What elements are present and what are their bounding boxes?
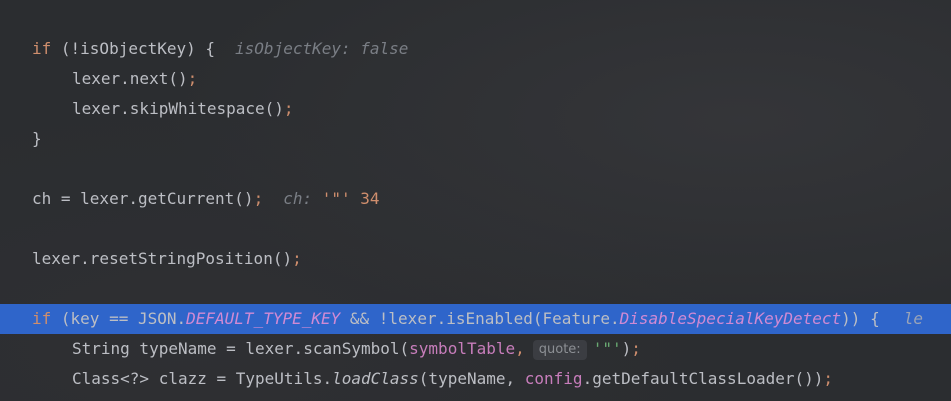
code-line-7-highlighted[interactable]: if (key == JSON.DEFAULT_TYPE_KEY && !lex… (0, 304, 951, 334)
hint-label: isObjectKey: (235, 39, 361, 58)
code-line-3[interactable]: lexer.skipWhitespace(); (0, 94, 951, 124)
code-line-5[interactable]: ch = lexer.getCurrent(); ch: '"' 34 (0, 184, 951, 214)
semicolon: ; (253, 189, 264, 208)
semicolon: ; (292, 249, 302, 268)
code-text: && !lexer.isEnabled(Feature. (340, 309, 620, 328)
static-field: DEFAULT_TYPE_KEY (186, 309, 341, 328)
semicolon: ; (631, 339, 641, 358)
inline-debug-hint: isObjectKey: false (235, 39, 408, 58)
code-line-9[interactable]: Class<?> clazz = TypeUtils.loadClass(typ… (0, 364, 951, 394)
parameter-hint: quote: (532, 340, 587, 360)
keyword-if: if (32, 309, 52, 328)
code-editor[interactable]: if (!isObjectKey) { isObjectKey: false le… (0, 0, 951, 401)
hint-label: ch: (283, 189, 322, 208)
code-text: )) { (841, 309, 880, 328)
static-method: loadClass (332, 369, 419, 388)
hint-value: '"' (321, 189, 351, 208)
code-text: } (32, 129, 42, 148)
semicolon: ; (823, 369, 834, 388)
hint-value: false (360, 39, 409, 58)
code-text: (!isObjectKey) { (51, 39, 216, 58)
string-literal: '"' (592, 339, 622, 358)
semicolon: ; (187, 69, 198, 88)
code-line-6[interactable]: lexer.resetStringPosition(); (0, 244, 951, 274)
inline-debug-hint: ch: '"' 34 (283, 189, 379, 208)
code-text: lexer.skipWhitespace() (72, 99, 284, 118)
field-ref: symbolTable (409, 339, 516, 358)
semicolon: ; (283, 99, 294, 118)
code-text: ) (621, 339, 632, 358)
code-line-8[interactable]: String typeName = lexer.scanSymbol(symbo… (0, 334, 951, 364)
static-field: DisableSpecialKeyDetect (619, 309, 842, 328)
hint-number: 34 (360, 189, 380, 208)
keyword-if: if (32, 39, 52, 58)
code-line-4[interactable]: } (0, 124, 951, 154)
code-text: (typeName, (418, 369, 525, 388)
code-text: ch = lexer.getCurrent() (32, 189, 254, 208)
field-ref: config (524, 369, 583, 388)
code-line-1[interactable]: if (!isObjectKey) { isObjectKey: false (0, 34, 951, 64)
code-text: lexer.resetStringPosition() (32, 249, 293, 268)
code-text: String typeName = lexer.scanSymbol( (72, 339, 410, 358)
code-text: Class<?> clazz = TypeUtils. (72, 369, 333, 388)
code-text: (key == JSON. (51, 309, 187, 328)
code-text: .getDefaultClassLoader()) (582, 369, 824, 388)
code-text: lexer.next() (72, 69, 188, 88)
code-line-2[interactable]: lexer.next(); (0, 64, 951, 94)
comma: , (515, 339, 525, 358)
inline-debug-hint: le (903, 309, 923, 328)
